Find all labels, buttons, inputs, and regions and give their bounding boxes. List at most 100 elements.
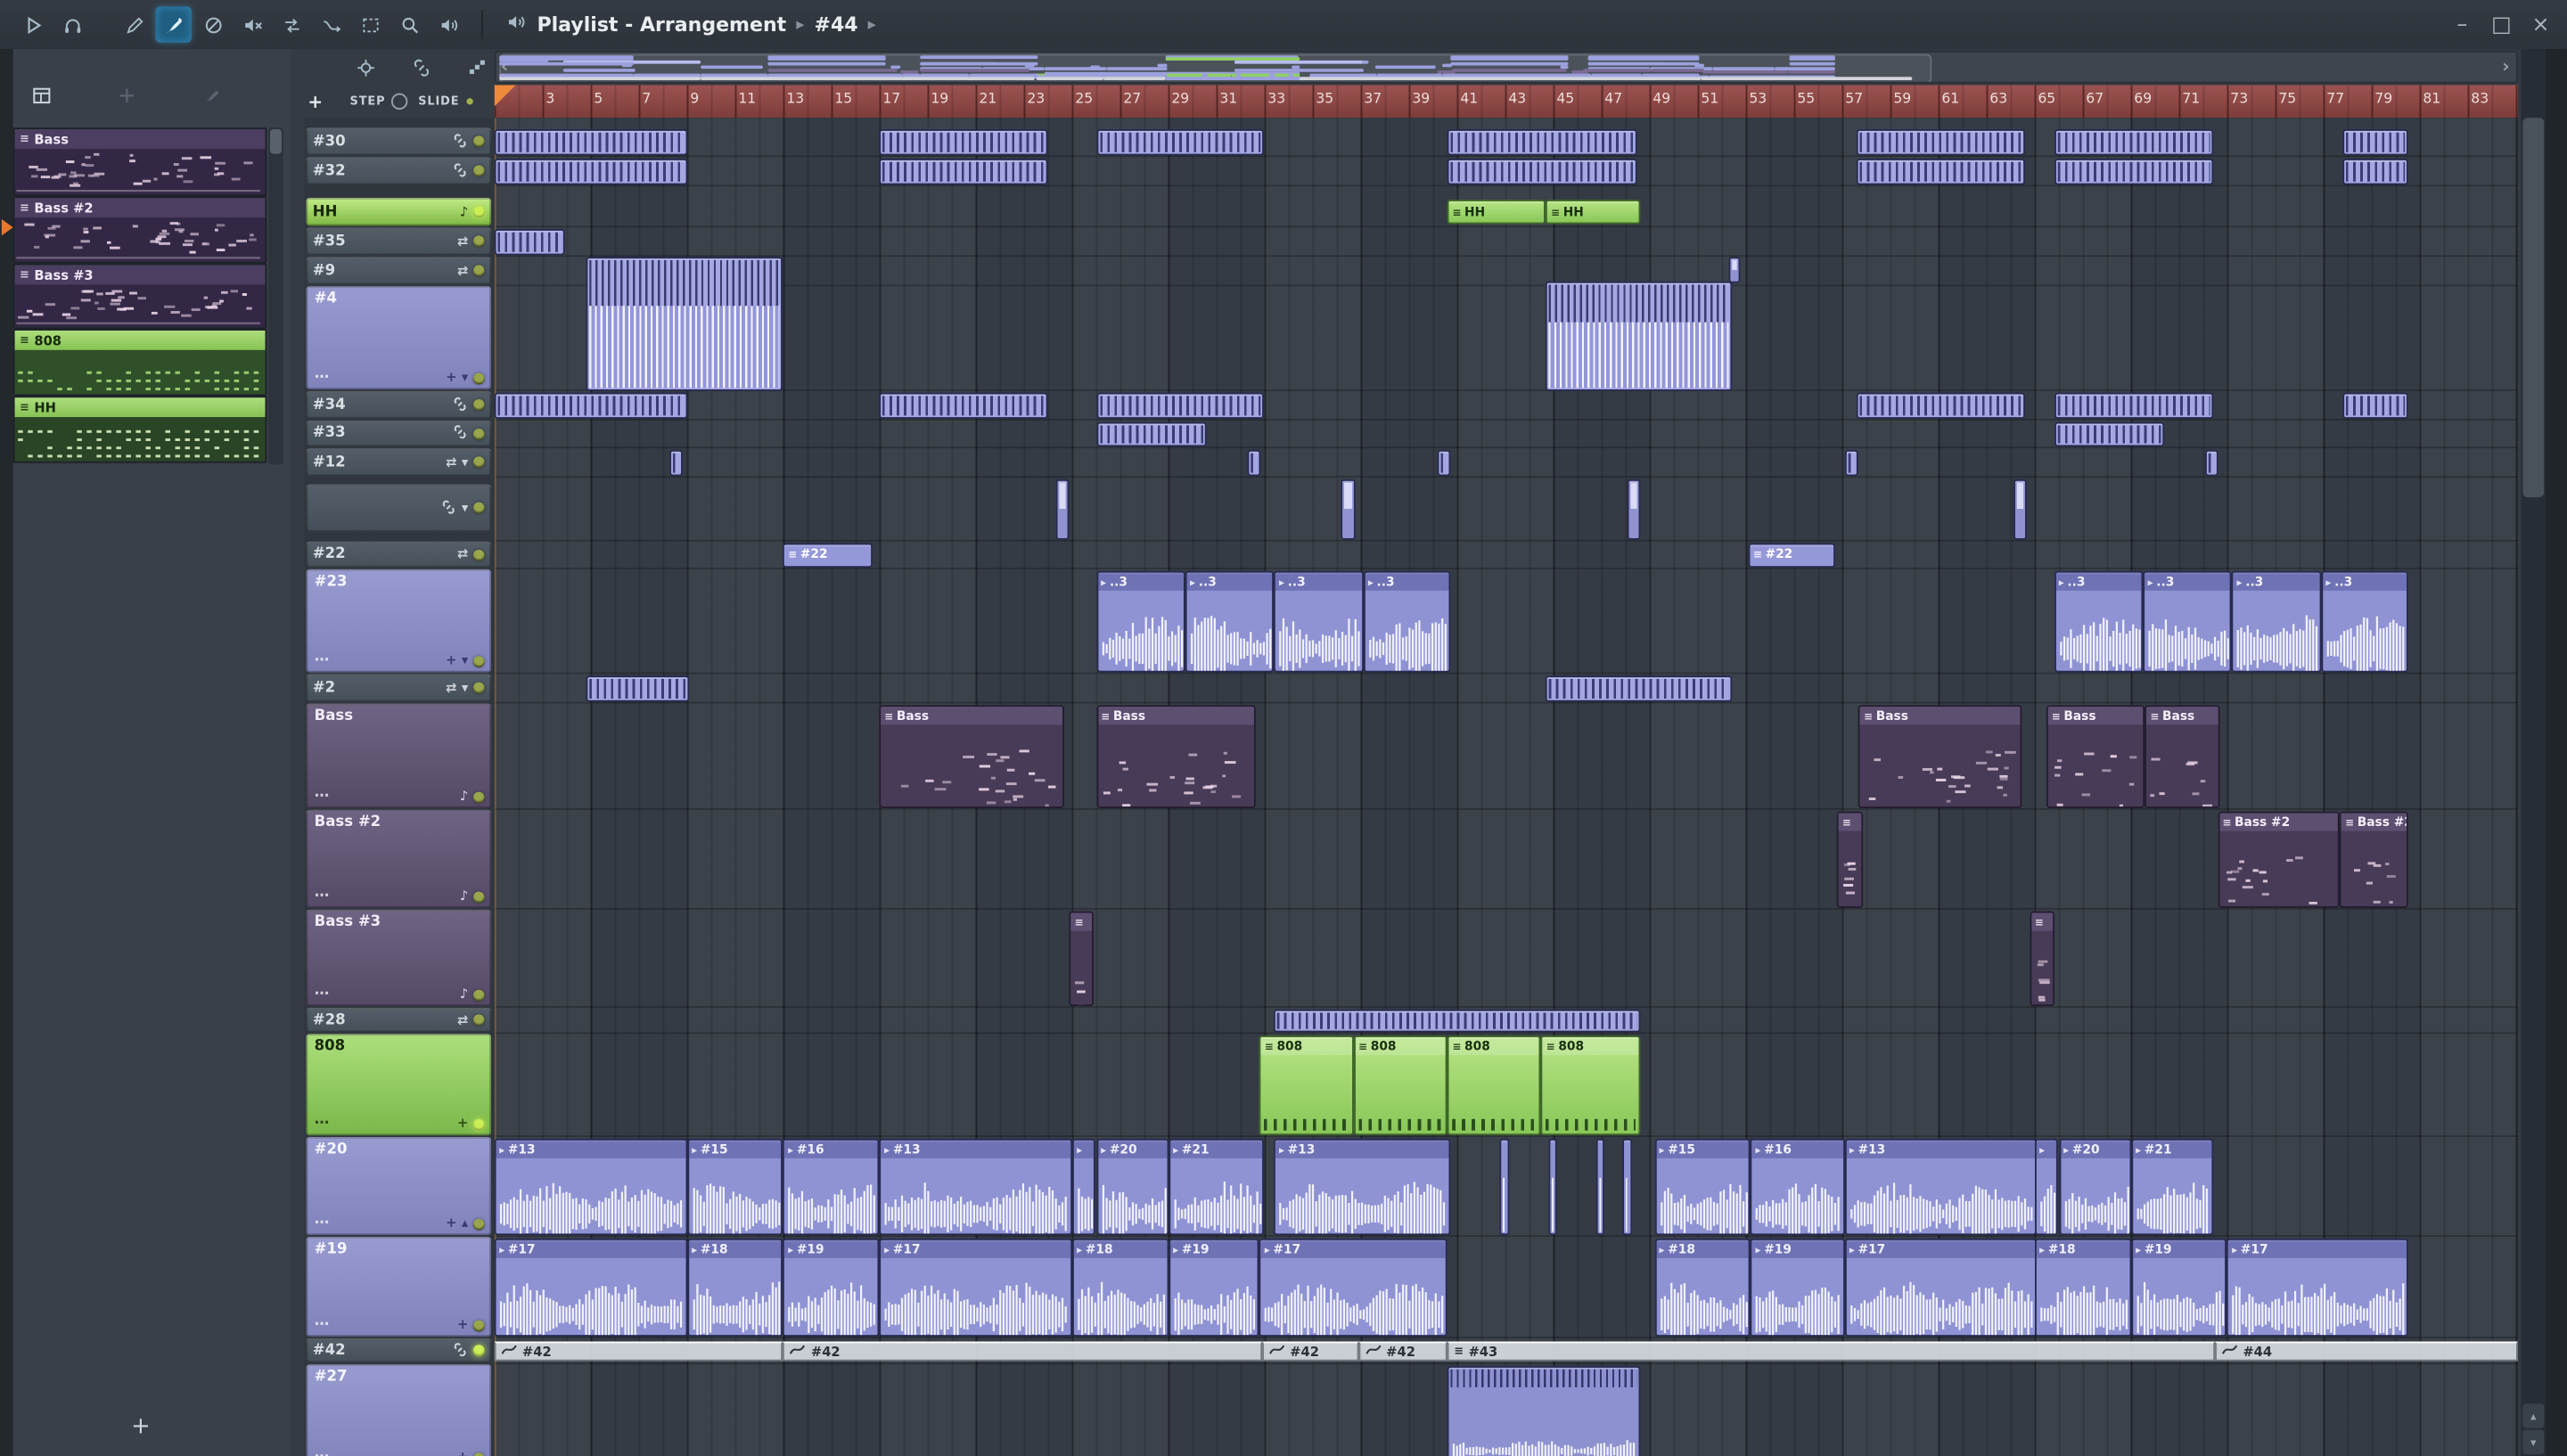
clip-audio-76[interactable]: ▸ #16 [1751,1138,1845,1236]
clip-bass-55[interactable]: ≡Bass #2 [2340,811,2408,908]
triup-icon[interactable]: ▴ [462,1216,468,1231]
track-led[interactable] [472,790,485,803]
clip-audio-42[interactable]: ▸ ..3 [2054,570,2144,673]
track-led[interactable] [472,655,485,667]
clip-pat-36[interactable]: ≡ #22 [783,543,873,568]
clip-bass-54[interactable]: ≡ Bass #2 [2217,811,2341,908]
clip-audio-80[interactable]: ▸ #21 [2130,1138,2213,1236]
draw-tool-icon[interactable] [116,6,152,42]
track-lane-Bass #2[interactable] [494,810,2518,910]
clip-ticks-26[interactable] [2054,421,2165,447]
track-lane-Bass #3[interactable] [494,910,2518,1008]
picker-item-Bass2[interactable]: ≡ Bass #2 [12,196,267,264]
clip-audio-67[interactable]: ▸ [1071,1138,1096,1236]
delete-tool-icon[interactable] [195,6,231,42]
clip-ticks-21[interactable] [1095,392,1265,420]
clip-audio-69[interactable]: ▸ #21 [1168,1138,1265,1236]
track-led[interactable] [472,1345,485,1357]
track-led[interactable] [472,1319,485,1331]
clip-ticks-9[interactable] [1447,159,1638,185]
more-icon[interactable]: ⋯ [315,1116,331,1132]
clip-bass-53[interactable]: ≡ [1837,811,1864,908]
clip-audio-82[interactable]: ▸ #18 [686,1238,783,1337]
clip-auto-97[interactable]: #42 [1357,1341,1448,1362]
more-icon[interactable]: ⋯ [315,1215,331,1231]
clip-ticks-4[interactable] [1856,129,2025,156]
track-led[interactable] [472,988,485,1001]
slide-toggle[interactable] [465,98,473,105]
clip-ticks-0[interactable] [494,129,687,156]
swap-icon[interactable]: ⇄ [457,264,468,278]
mute-tool-icon[interactable] [234,6,270,42]
tridown-icon[interactable]: ▾ [462,454,468,469]
track-header-#27[interactable]: #27⋯+ [306,1364,492,1456]
clip-audio-81[interactable]: ▸ #17 [494,1238,687,1337]
swap-icon[interactable]: ⇄ [446,454,456,469]
clip-audio-40[interactable]: ▸ ..3 [1274,570,1364,673]
clip-audio-83[interactable]: ▸ #19 [783,1238,880,1337]
more-icon[interactable]: ⋯ [315,986,331,1002]
clip-audio-43[interactable]: ▸ ..3 [2143,570,2232,673]
picker-layout-icon[interactable] [26,80,55,110]
clip-ticks-27[interactable] [669,449,684,477]
headphones-tool-icon[interactable] [54,6,90,42]
swap-icon[interactable]: ⇄ [457,547,468,561]
snap-icon[interactable] [350,53,380,82]
clip-ticks-22[interactable] [1856,392,2025,420]
more-icon[interactable]: ⋯ [315,370,331,386]
clip-ticks-19[interactable] [494,392,687,420]
tridown-icon[interactable]: ▾ [462,501,468,515]
arrangement-crumb[interactable]: #44 [814,13,857,37]
clip-ticks-10[interactable] [1856,159,2025,185]
playlist-grid[interactable]: ≡ HH ≡ HH ≡ #22 ≡ #22 ▸ ..3 ▸ ..3 ▸ ..3 ▸ ..3 ▸ ..3 ▸ ..3 ▸.… [494,118,2518,1456]
picker-brush-icon[interactable] [196,80,226,110]
clip-ticks-3[interactable] [1447,129,1638,156]
clip-mini2-18[interactable] [1728,257,1740,283]
tridown-icon[interactable]: ▾ [462,371,468,385]
clip-mini2-32[interactable] [1054,479,1069,540]
clip-ticks-6[interactable] [2342,129,2408,156]
more-icon[interactable]: ⋯ [315,789,331,805]
note-icon[interactable]: ♪ [460,205,468,218]
clip-green-61[interactable]: ≡ 808 [1447,1035,1542,1136]
clip-ticks-15[interactable] [494,229,564,256]
clip-audio-65[interactable]: ▸ #16 [783,1138,880,1236]
track-lane-#33[interactable] [494,421,2518,449]
clip-mini2-33[interactable] [1341,479,1355,540]
track-header-#4[interactable]: #4 ⋯ + ▾ [306,286,492,389]
clip-ticks-31[interactable] [2205,449,2219,477]
more-icon[interactable]: ⋯ [315,1317,331,1333]
link-icon[interactable] [452,132,468,151]
select-tool-icon[interactable] [352,6,388,42]
clip-bass-49[interactable]: ≡ Bass [1095,705,1255,808]
cross-icon[interactable]: + [446,653,456,667]
playhead-marker[interactable] [494,85,516,107]
track-header-#22[interactable]: #22 ⇄ [306,541,492,568]
link-icon[interactable] [406,53,436,82]
maximize-button[interactable]: □ [2481,0,2521,49]
clip-green-60[interactable]: ≡ 808 [1353,1035,1448,1136]
cross-icon[interactable]: + [457,1318,468,1332]
track-led[interactable] [472,548,485,560]
link-icon[interactable] [440,498,456,518]
clip-audio-41[interactable]: ▸ ..3 [1363,570,1450,673]
picker-item-Bass3[interactable]: ≡ Bass #3 [12,263,267,330]
link-icon[interactable] [452,424,468,444]
swap-icon[interactable]: ⇄ [446,681,456,695]
track-led[interactable] [472,165,485,177]
track-header-#42[interactable]: #42 [306,1337,492,1363]
swap-icon[interactable]: ⇄ [457,234,468,248]
clip-ticks-58[interactable] [1274,1009,1640,1033]
clip-sliver-74[interactable] [1622,1138,1632,1236]
track-led[interactable] [472,372,485,384]
track-lane-#9[interactable] [494,257,2518,287]
clip-ticks-47[interactable] [1546,675,1732,702]
scroll-down-button[interactable]: ▾ [2522,1429,2545,1455]
track-led[interactable] [472,235,485,248]
clip-audio-75[interactable]: ▸ #15 [1654,1138,1751,1236]
cross-icon[interactable]: + [446,1216,456,1231]
picker-add-button[interactable]: + [125,1413,158,1443]
clip-sliver-72[interactable] [1548,1138,1557,1236]
note-icon[interactable]: ♪ [460,987,468,1002]
clip-green-62[interactable]: ≡ 808 [1541,1035,1640,1136]
